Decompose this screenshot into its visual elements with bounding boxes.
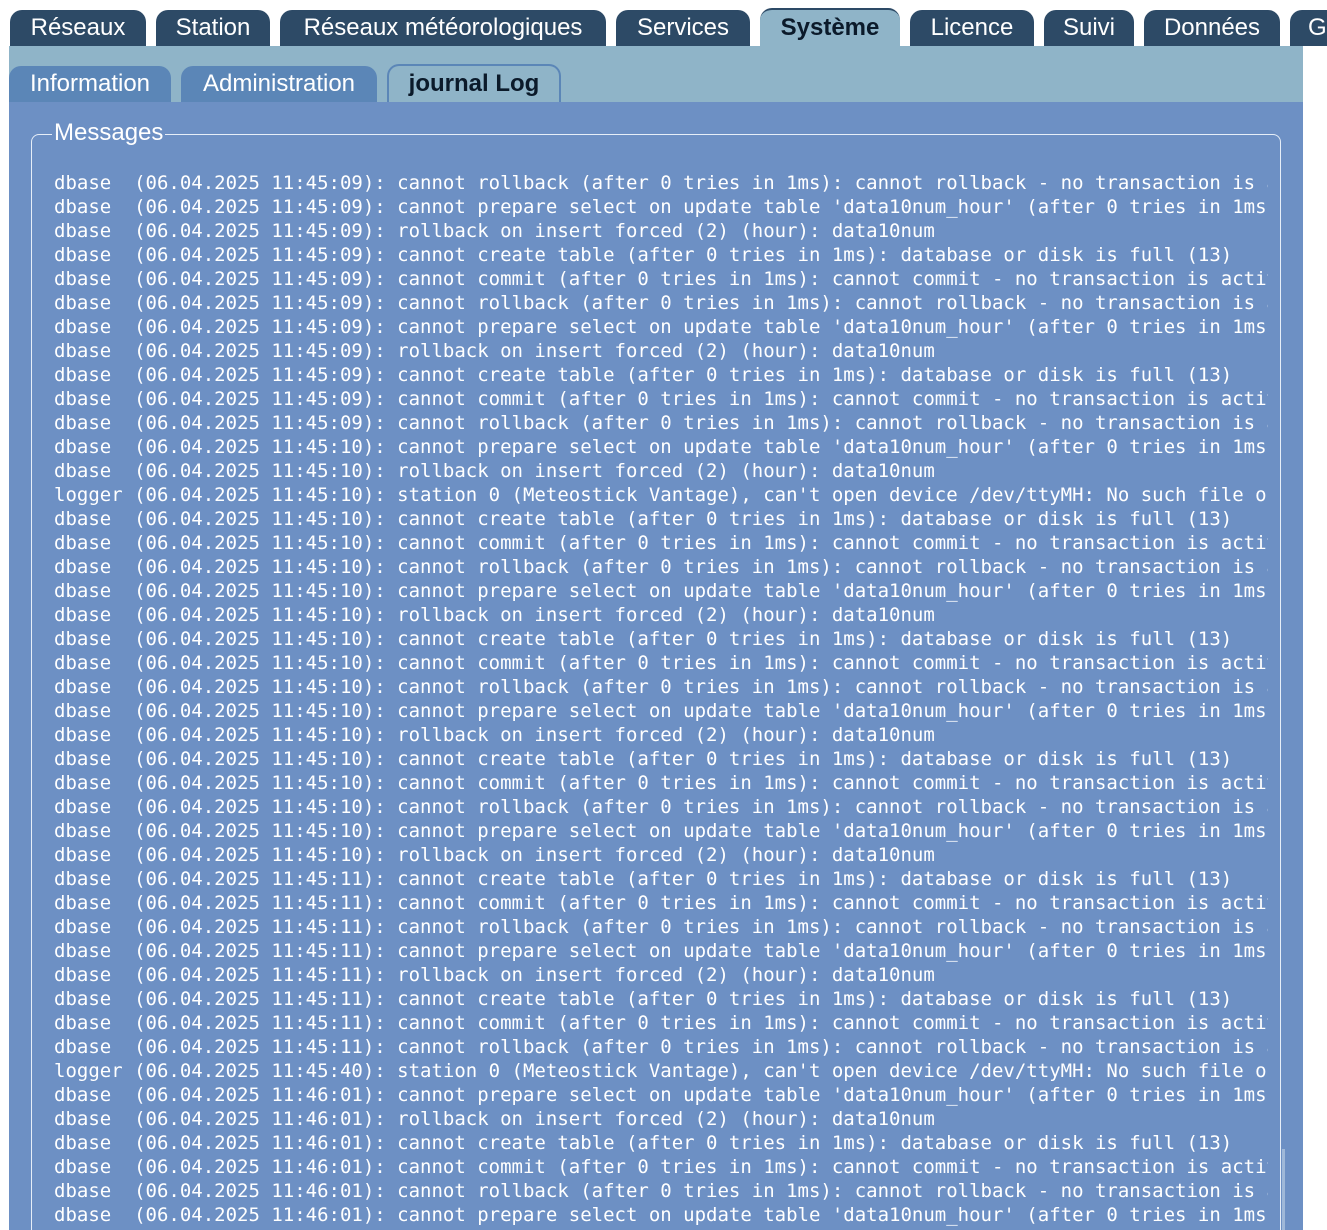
messages-fieldset: Messages dbase (06.04.2025 11:45:09): ca… bbox=[31, 115, 1285, 1230]
log-line: dbase (06.04.2025 11:45:11): cannot crea… bbox=[54, 868, 1233, 890]
log-line: dbase (06.04.2025 11:46:01): cannot comm… bbox=[54, 1156, 1268, 1178]
log-scrollbar[interactable] bbox=[1282, 1149, 1285, 1230]
log-line: dbase (06.04.2025 11:45:10): cannot comm… bbox=[54, 652, 1268, 674]
log-line: dbase (06.04.2025 11:45:10): cannot prep… bbox=[54, 700, 1268, 722]
log-line: dbase (06.04.2025 11:45:09): cannot comm… bbox=[54, 268, 1268, 290]
log-line: dbase (06.04.2025 11:45:10): cannot comm… bbox=[54, 772, 1268, 794]
log-line: dbase (06.04.2025 11:46:01): rollback on… bbox=[54, 1108, 935, 1130]
log-line: dbase (06.04.2025 11:46:01): cannot prep… bbox=[54, 1204, 1268, 1226]
log-line: dbase (06.04.2025 11:45:11): cannot crea… bbox=[54, 988, 1233, 1010]
tab-reseaux-meteorologiques[interactable]: Réseaux météorologiques bbox=[280, 10, 606, 46]
log-line: dbase (06.04.2025 11:45:09): rollback on… bbox=[54, 340, 935, 362]
log-line: dbase (06.04.2025 11:46:01): cannot crea… bbox=[54, 1132, 1233, 1154]
tab-services[interactable]: Services bbox=[616, 10, 750, 46]
log-line: dbase (06.04.2025 11:45:09): cannot roll… bbox=[54, 412, 1268, 434]
log-line: dbase (06.04.2025 11:45:10): cannot roll… bbox=[54, 676, 1268, 698]
log-line: dbase (06.04.2025 11:45:10): rollback on… bbox=[54, 460, 935, 482]
subtab-administration[interactable]: Administration bbox=[181, 66, 377, 102]
log-line: dbase (06.04.2025 11:45:10): rollback on… bbox=[54, 604, 935, 626]
tab-systeme[interactable]: Système bbox=[760, 8, 900, 46]
tab-reseaux[interactable]: Réseaux bbox=[10, 10, 146, 46]
log-line: dbase (06.04.2025 11:45:09): cannot prep… bbox=[54, 316, 1268, 338]
log-line: dbase (06.04.2025 11:45:10): rollback on… bbox=[54, 844, 935, 866]
log-line: dbase (06.04.2025 11:45:09): rollback on… bbox=[54, 220, 935, 242]
log-line: dbase (06.04.2025 11:45:11): cannot prep… bbox=[54, 940, 1268, 962]
log-line: dbase (06.04.2025 11:45:10): cannot roll… bbox=[54, 796, 1268, 818]
log-line: dbase (06.04.2025 11:45:10): cannot crea… bbox=[54, 628, 1233, 650]
log-line: dbase (06.04.2025 11:45:10): cannot prep… bbox=[54, 580, 1268, 602]
log-line: dbase (06.04.2025 11:45:10): cannot prep… bbox=[54, 820, 1268, 842]
log-line: dbase (06.04.2025 11:45:10): cannot crea… bbox=[54, 508, 1233, 530]
log-line: dbase (06.04.2025 11:45:09): cannot crea… bbox=[54, 244, 1233, 266]
log-line: logger (06.04.2025 11:45:10): station 0 … bbox=[54, 484, 1268, 506]
log-panel: Messages dbase (06.04.2025 11:45:09): ca… bbox=[9, 102, 1303, 1230]
log-line: dbase (06.04.2025 11:45:10): rollback on… bbox=[54, 724, 935, 746]
log-line: dbase (06.04.2025 11:45:10): cannot prep… bbox=[54, 436, 1268, 458]
subtab-journal-log[interactable]: journal Log bbox=[387, 64, 561, 104]
tab-donnees[interactable]: Données bbox=[1144, 10, 1280, 46]
log-line: logger (06.04.2025 11:45:40): station 0 … bbox=[54, 1060, 1268, 1082]
log-line: dbase (06.04.2025 11:45:11): rollback on… bbox=[54, 964, 935, 986]
messages-legend: Messages bbox=[52, 115, 166, 151]
log-line: dbase (06.04.2025 11:46:01): cannot prep… bbox=[54, 1084, 1268, 1106]
log-line: dbase (06.04.2025 11:45:10): cannot crea… bbox=[54, 748, 1233, 770]
sub-tab-bar: Information Administration journal Log bbox=[9, 46, 1303, 104]
log-line: dbase (06.04.2025 11:45:11): cannot roll… bbox=[54, 1036, 1268, 1058]
log-line: dbase (06.04.2025 11:45:11): cannot comm… bbox=[54, 892, 1268, 914]
log-line: dbase (06.04.2025 11:45:09): cannot comm… bbox=[54, 388, 1268, 410]
tab-station[interactable]: Station bbox=[156, 10, 270, 46]
log-line: dbase (06.04.2025 11:45:10): cannot comm… bbox=[54, 532, 1268, 554]
log-line: dbase (06.04.2025 11:45:09): cannot prep… bbox=[54, 196, 1268, 218]
log-line: dbase (06.04.2025 11:46:01): cannot roll… bbox=[54, 1180, 1268, 1202]
main-tab-bar: Réseaux Station Réseaux météorologiques … bbox=[0, 0, 1327, 46]
tab-g[interactable]: G bbox=[1290, 10, 1327, 46]
log-line: dbase (06.04.2025 11:45:09): cannot roll… bbox=[54, 292, 1268, 314]
log-line: dbase (06.04.2025 11:45:09): cannot crea… bbox=[54, 364, 1233, 386]
log-line: dbase (06.04.2025 11:45:10): cannot roll… bbox=[54, 556, 1268, 578]
log-messages-area[interactable]: dbase (06.04.2025 11:45:09): cannot roll… bbox=[54, 159, 1268, 1230]
subtab-information[interactable]: Information bbox=[9, 66, 171, 102]
tab-suivi[interactable]: Suivi bbox=[1044, 10, 1134, 46]
log-line: dbase (06.04.2025 11:45:09): cannot roll… bbox=[54, 172, 1268, 194]
log-line: dbase (06.04.2025 11:45:11): cannot roll… bbox=[54, 916, 1268, 938]
log-line: dbase (06.04.2025 11:45:11): cannot comm… bbox=[54, 1012, 1268, 1034]
tab-licence[interactable]: Licence bbox=[910, 10, 1034, 46]
